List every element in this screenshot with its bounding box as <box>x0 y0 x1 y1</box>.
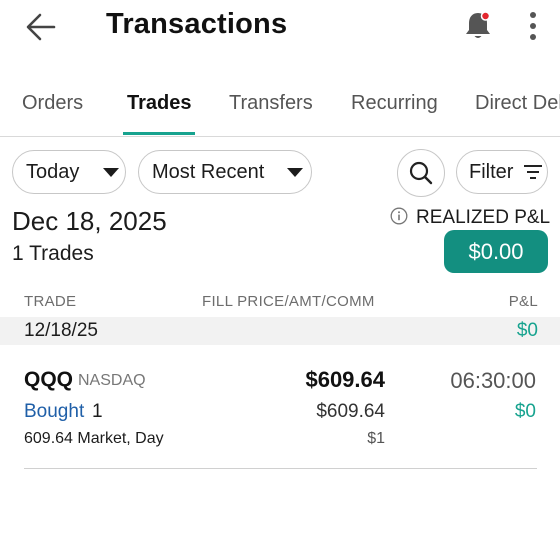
filter-label: Filter <box>469 160 514 183</box>
filter-lines-icon <box>524 165 543 179</box>
trade-amount: $609.64 <box>316 401 385 422</box>
trade-symbol[interactable]: QQQ <box>24 368 73 392</box>
period-value: Today <box>26 160 80 183</box>
column-header-fill: FILL PRICE/AMT/COMM <box>202 293 375 310</box>
column-header-pl: P&L <box>508 293 538 310</box>
period-dropdown[interactable]: Today <box>12 150 126 194</box>
trade-fill-price: $609.64 <box>305 367 385 392</box>
group-pl: $0 <box>516 320 538 341</box>
tab-bar: Orders Trades Transfers Recurring Direct… <box>0 80 560 136</box>
tab-trades[interactable]: Trades <box>127 92 191 115</box>
notification-dot-icon <box>480 11 491 21</box>
filter-button[interactable]: Filter <box>456 150 548 194</box>
tab-recurring[interactable]: Recurring <box>351 92 438 115</box>
more-options-icon[interactable] <box>524 10 542 44</box>
group-date: 12/18/25 <box>24 320 98 341</box>
trade-order-description: 609.64 Market, Day <box>24 430 164 447</box>
trade-count: 1 Trades <box>12 242 94 265</box>
tab-transfers[interactable]: Transfers <box>229 92 313 115</box>
trade-quantity: 1 <box>92 401 103 422</box>
column-header-trade: TRADE <box>24 293 77 310</box>
trade-side[interactable]: Bought <box>24 401 84 423</box>
dropdown-caret-icon <box>103 167 120 177</box>
realized-pl-label: REALIZED P&L <box>416 207 551 228</box>
page-title: Transactions <box>106 8 288 40</box>
realized-pl-badge: $0.00 <box>444 230 548 273</box>
tab-direct-deposit[interactable]: Direct Del <box>475 92 560 115</box>
sort-value: Most Recent <box>152 160 265 183</box>
tab-orders[interactable]: Orders <box>22 92 83 115</box>
notifications-bell-icon[interactable] <box>460 8 496 44</box>
row-divider <box>24 468 537 469</box>
summary-date: Dec 18, 2025 <box>12 206 167 236</box>
sort-dropdown[interactable]: Most Recent <box>138 150 312 194</box>
trade-pl: $0 <box>514 401 536 422</box>
back-arrow-icon[interactable] <box>22 8 60 46</box>
active-tab-indicator <box>123 132 195 135</box>
trade-time: 06:30:00 <box>450 368 536 393</box>
divider <box>0 136 560 137</box>
info-icon[interactable] <box>390 207 408 225</box>
search-button[interactable] <box>397 149 445 197</box>
search-icon <box>409 161 433 185</box>
trade-commission: $1 <box>367 430 385 447</box>
trade-exchange: NASDAQ <box>78 372 146 389</box>
dropdown-caret-icon <box>287 167 304 177</box>
